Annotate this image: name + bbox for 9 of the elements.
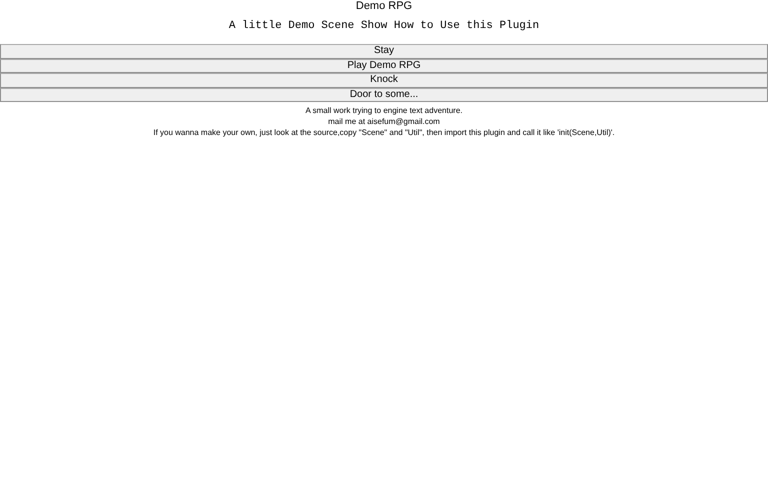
page-subtitle: A little Demo Scene Show How to Use this Plugin <box>228 19 540 33</box>
choice-button[interactable]: Play Demo RPG <box>0 58 768 73</box>
info-text: If you wanna make your own, just look at the source,copy "Scene" and "Util", then import this plugin and call it like 'init(Scene,Util)'. <box>152 127 616 138</box>
info-text: mail me at aisefum@gmail.com <box>327 116 441 127</box>
info-text: A small work trying to engine text adventure. <box>304 105 464 116</box>
page-title: Demo RPG <box>354 1 414 12</box>
choice-button[interactable]: Stay <box>0 44 768 58</box>
choice-button[interactable]: Knock <box>0 73 768 88</box>
choice-button[interactable]: Door to some... <box>0 88 768 102</box>
